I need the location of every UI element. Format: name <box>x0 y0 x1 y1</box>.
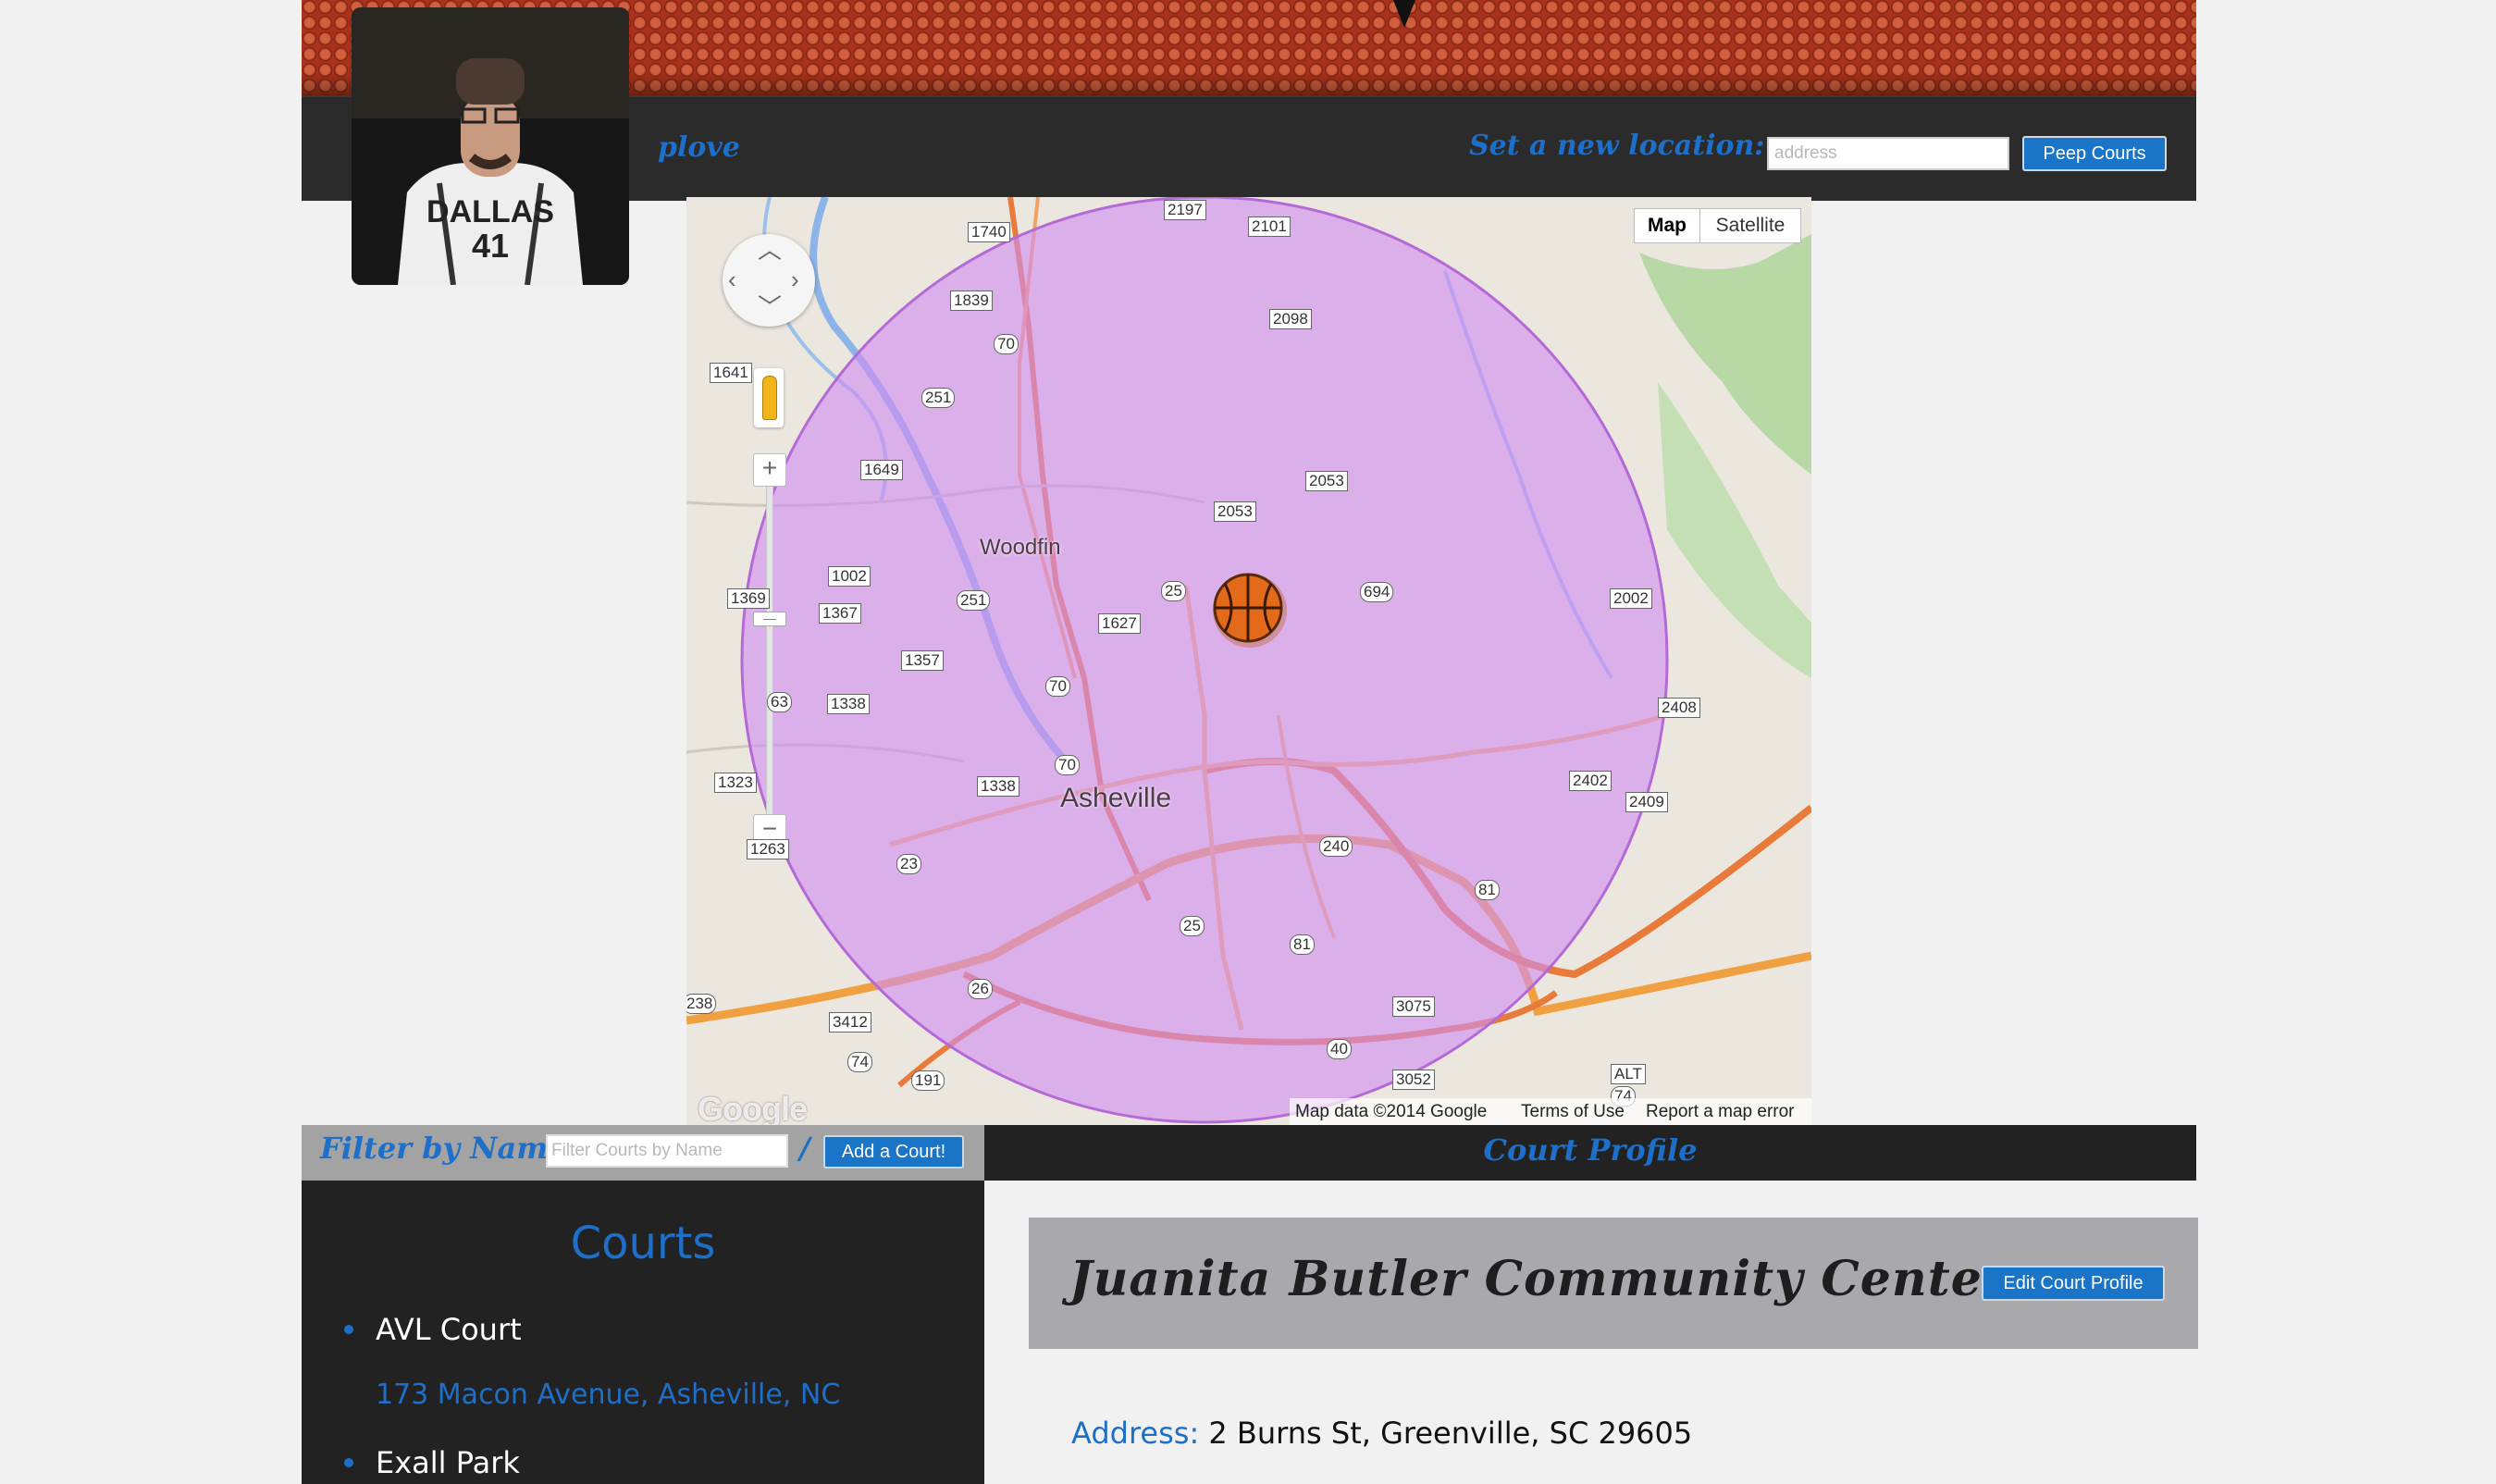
map-road-label: 26 <box>968 979 993 999</box>
pan-left-icon[interactable]: ‹ <box>728 267 736 291</box>
court-address-line: Address: 2 Burns St, Greenville, SC 2960… <box>1071 1416 1692 1451</box>
map-road-label: 2409 <box>1625 792 1668 812</box>
zoom-slider-track[interactable] <box>766 475 773 856</box>
map-type-map-button[interactable]: Map <box>1634 208 1700 243</box>
map-road-label: 238 <box>686 994 717 1014</box>
map-road-label: 3412 <box>829 1012 871 1033</box>
set-location-label: Set a new location: <box>1469 130 1765 162</box>
zoom-slider-handle[interactable]: — <box>753 612 786 626</box>
filter-by-name-label: Filter by Name <box>320 1131 567 1166</box>
map-road-label: 2098 <box>1269 309 1312 329</box>
pan-right-icon[interactable]: › <box>791 267 799 291</box>
map-road-label: ALT <box>1611 1064 1646 1084</box>
edit-court-profile-button[interactable]: Edit Court Profile <box>1982 1266 2165 1301</box>
map-road-label: 1627 <box>1098 613 1141 634</box>
map-road-label: 1002 <box>828 566 871 587</box>
filter-courts-input[interactable] <box>546 1134 788 1168</box>
map-road-label: 1338 <box>827 694 870 714</box>
map-road-label: 251 <box>921 388 956 408</box>
map-road-label: 1357 <box>901 650 944 671</box>
basketball-icon[interactable] <box>1208 569 1291 652</box>
pan-control[interactable]: ︿ ﹀ ‹ › <box>723 234 815 327</box>
add-court-button[interactable]: Add a Court! <box>823 1135 964 1169</box>
court-profile-bar: Court Profile <box>984 1125 2196 1181</box>
map-road-label: 25 <box>1161 581 1186 601</box>
map-road-label: 1740 <box>968 222 1010 242</box>
avatar[interactable]: DALLAS 41 <box>352 7 629 285</box>
map-road-label: 1369 <box>727 588 770 609</box>
map-place-label: Asheville <box>1060 783 1172 813</box>
map-road-label: 1338 <box>977 776 1019 797</box>
map-road-label: 251 <box>957 590 991 611</box>
map-road-label: 1839 <box>950 291 993 311</box>
filter-separator: / <box>799 1131 810 1166</box>
map-road-label: 1367 <box>819 603 861 624</box>
map-canvas[interactable]: Map Satellite ︿ ﹀ ‹ › + — − Woodfin Ashev… <box>686 197 1811 1125</box>
map-road-label: 70 <box>994 334 1019 354</box>
map-attribution: Map data ©2014 Google <box>1295 1102 1488 1121</box>
map-road-label: 2002 <box>1610 588 1652 609</box>
banner-logo-mark <box>1393 0 1415 28</box>
courts-title: Courts <box>570 1218 716 1269</box>
map-road-label: 2402 <box>1569 771 1612 791</box>
map-road-label: 2197 <box>1164 200 1206 220</box>
map-road-label: 191 <box>911 1070 945 1091</box>
address-value: 2 Burns St, Greenville, SC 29605 <box>1208 1416 1693 1451</box>
terms-of-use-link[interactable]: Terms of Use <box>1521 1098 1625 1125</box>
pan-down-icon[interactable]: ﹀ <box>758 295 782 319</box>
map-footer: Map data ©2014 Google Terms of Use Repor… <box>1290 1098 1811 1125</box>
court-profile-panel: Juanita Butler Community Center Edit Cou… <box>984 1181 2198 1484</box>
address-input[interactable] <box>1767 137 2009 170</box>
map-road-label: 70 <box>1045 676 1070 697</box>
map-road-label: 2408 <box>1658 698 1700 718</box>
pan-up-icon[interactable]: ︿ <box>758 238 782 262</box>
map-road-label: 1641 <box>710 363 752 383</box>
svg-text:DALLAS: DALLAS <box>426 194 554 229</box>
court-name-heading: Juanita Butler Community Center <box>1069 1251 2009 1307</box>
map-road-label: 2053 <box>1305 471 1348 491</box>
map-road-label: 23 <box>896 854 921 874</box>
username-link[interactable]: plove <box>658 131 740 164</box>
map-road-label: 25 <box>1180 916 1205 936</box>
map-road-label: 74 <box>847 1052 872 1072</box>
map-road-label: 81 <box>1475 880 1500 900</box>
map-road-label: 240 <box>1319 836 1353 857</box>
zoom-in-button[interactable]: + <box>753 453 786 487</box>
map-road-label: 3052 <box>1392 1070 1435 1090</box>
map-road-label: 2101 <box>1248 216 1291 237</box>
user-photo: DALLAS 41 <box>352 7 629 285</box>
google-logo: Google <box>698 1090 808 1125</box>
court-profile-header: Juanita Butler Community Center Edit Cou… <box>1029 1218 2198 1349</box>
court-name[interactable]: AVL Court <box>376 1312 522 1347</box>
map-type-satellite-button[interactable]: Satellite <box>1699 208 1801 243</box>
map-road-label: 2053 <box>1214 501 1256 522</box>
map-road-label: 40 <box>1327 1039 1352 1059</box>
map-road-label: 81 <box>1290 934 1315 955</box>
court-name[interactable]: Exall Park <box>376 1445 520 1480</box>
map-tiles <box>686 197 1811 1125</box>
report-map-error-link[interactable]: Report a map error <box>1646 1098 1795 1125</box>
court-address: 173 Macon Avenue, Asheville, NC <box>376 1379 841 1411</box>
svg-text:41: 41 <box>472 227 509 265</box>
map-road-label: 3075 <box>1392 996 1435 1017</box>
peep-courts-button[interactable]: Peep Courts <box>2022 136 2167 171</box>
map-road-label: 694 <box>1360 582 1394 602</box>
courts-panel: Courts AVL Court 173 Macon Avenue, Ashev… <box>302 1181 984 1484</box>
map-place-label: Woodfin <box>980 535 1061 560</box>
map-road-label: 1263 <box>747 839 789 859</box>
map-road-label: 1649 <box>860 460 903 480</box>
map-road-label: 63 <box>767 692 792 712</box>
map-road-label: 1323 <box>714 773 757 793</box>
court-profile-title: Court Profile <box>1483 1132 1698 1168</box>
address-label: Address: <box>1071 1416 1200 1451</box>
map-road-label: 70 <box>1055 755 1080 775</box>
street-view-pegman-icon[interactable] <box>754 368 784 427</box>
filter-bar: Filter by Name / Add a Court! <box>302 1125 984 1181</box>
